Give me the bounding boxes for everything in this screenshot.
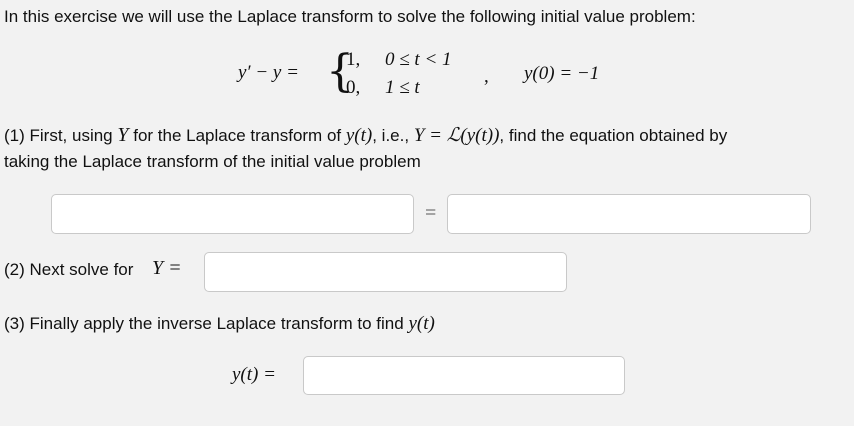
step1-lhs-input[interactable] xyxy=(51,194,414,234)
step1-equals: = xyxy=(425,202,437,224)
step1-line2: taking the Laplace transform of the init… xyxy=(4,152,421,171)
step3-yt: y(t) xyxy=(408,313,435,334)
intro-text: In this exercise we will use the Laplace… xyxy=(4,7,696,26)
case2-value: 0, xyxy=(346,77,361,98)
step3-text: (3) Finally apply the inverse Laplace tr… xyxy=(4,314,404,333)
step2-Y-eq: Y = xyxy=(152,257,182,279)
case1-condition: 0 ≤ t < 1 xyxy=(385,49,452,70)
step1-text-c: , i.e., xyxy=(372,126,410,145)
step1-yt: y(t) xyxy=(345,125,373,146)
step1-text-a: (1) First, using xyxy=(4,126,113,145)
step3-yt-input[interactable] xyxy=(303,356,625,395)
step1-text-d: , find the equation obtained by xyxy=(499,126,728,145)
step1-line1: (1) First, using Y for the Laplace trans… xyxy=(4,124,727,147)
step1-Y-eq: Y = ℒ(y(t)) xyxy=(413,125,500,146)
step1-text-b: for the Laplace transform of xyxy=(133,126,342,145)
case1-value: 1, xyxy=(346,49,361,70)
step1-Y: Y xyxy=(117,124,129,146)
ivp-lhs: y′ − y = xyxy=(238,62,299,83)
ivp-separator: , xyxy=(484,66,489,87)
step3-answer-label: y(t) = xyxy=(232,364,276,385)
step1-rhs-input[interactable] xyxy=(447,194,811,234)
step3-label: (3) Finally apply the inverse Laplace tr… xyxy=(4,313,435,335)
step2-Y-input[interactable] xyxy=(204,252,567,292)
initial-condition: y(0) = −1 xyxy=(524,63,600,84)
step2-label: (2) Next solve for xyxy=(4,260,134,279)
case2-condition: 1 ≤ t xyxy=(385,77,420,98)
